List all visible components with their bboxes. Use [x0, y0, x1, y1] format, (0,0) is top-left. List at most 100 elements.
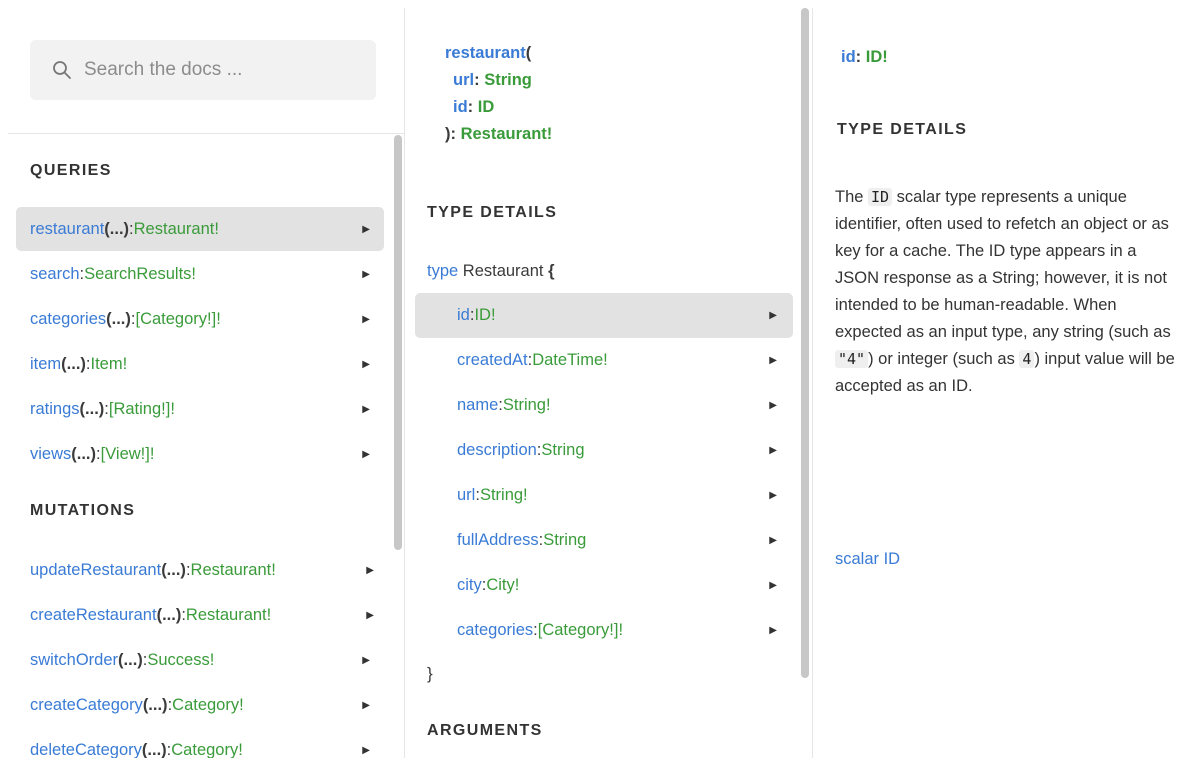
expand-arrow-icon: ▶	[362, 403, 370, 415]
field-type: Restaurant!	[133, 219, 219, 238]
mutations-heading: MUTATIONS	[30, 502, 136, 519]
field-name: restaurant	[445, 44, 526, 62]
scrollbar-thumb[interactable]	[394, 135, 402, 550]
type-keyword: type	[427, 262, 459, 280]
search-icon	[53, 61, 71, 79]
query-item-categories[interactable]: categories (...): [Category!]! ▶	[16, 297, 384, 341]
query-item-item[interactable]: item (...): Item! ▶	[16, 342, 384, 386]
mutation-item-createCategory[interactable]: createCategory (...): Category! ▶	[16, 683, 384, 727]
arguments-heading: ARGUMENTS	[427, 722, 543, 739]
query-item-views[interactable]: views (...): [View!]! ▶	[16, 432, 384, 476]
search-box[interactable]	[30, 40, 376, 100]
queries-heading: QUERIES	[30, 162, 112, 179]
expand-arrow-icon: ▶	[769, 625, 777, 636]
args-ellipsis: (...)	[161, 560, 186, 579]
expand-arrow-icon: ▶	[769, 535, 777, 546]
args-ellipsis: (...)	[79, 399, 105, 418]
expand-arrow-icon: ▶	[362, 358, 370, 370]
type-field-id[interactable]: id: ID! ▶	[415, 293, 793, 338]
type-details-heading: TYPE DETAILS	[837, 121, 968, 138]
scrollbar-thumb[interactable]	[801, 8, 809, 678]
queries-list: restaurant (...): Restaurant! ▶ search: S…	[16, 207, 384, 477]
type-details-heading: TYPE DETAILS	[427, 204, 558, 221]
type-doc-column: id: ID! TYPE DETAILS The ID scalar type …	[812, 8, 1184, 758]
query-item-restaurant[interactable]: restaurant (...): Restaurant! ▶	[16, 207, 384, 251]
arg-id[interactable]: id: ID	[435, 94, 552, 121]
arg-url[interactable]: url: String	[435, 67, 552, 94]
query-item-ratings[interactable]: ratings (...): [Rating!]! ▶	[16, 387, 384, 431]
docs-root-column: QUERIES restaurant(...): Restaurant! ▶ s…	[0, 0, 404, 758]
field-name: views	[30, 444, 72, 463]
code-snippet: "4"	[835, 350, 869, 368]
field-name: ratings	[30, 399, 80, 418]
scalar-definition: scalar ID	[835, 550, 901, 568]
expand-arrow-icon: ▶	[362, 448, 370, 460]
type-field-url[interactable]: url: String! ▶	[415, 473, 793, 518]
type-name: Restaurant	[462, 262, 544, 280]
field-doc-column: restaurant( url: String id: ID ): Restau…	[404, 8, 813, 758]
field-name: createRestaurant	[30, 605, 157, 624]
mutation-item-deleteCategory[interactable]: deleteCategory (...): Category! ▶	[16, 728, 384, 758]
mutation-item-updateRestaurant[interactable]: updateRestaurant (...): Restaurant! ▶	[16, 548, 384, 592]
field-name: switchOrder	[30, 650, 119, 669]
expand-arrow-icon: ▶	[769, 400, 777, 411]
close-brace: }	[427, 664, 433, 683]
args-ellipsis: (...)	[142, 695, 168, 714]
field-signature: restaurant( url: String id: ID ): Restau…	[435, 40, 552, 148]
field-name: search	[30, 264, 80, 283]
field-name: updateRestaurant	[30, 560, 162, 579]
args-ellipsis: (...)	[141, 740, 167, 758]
mutation-item-switchOrder[interactable]: switchOrder (...): Success! ▶	[16, 638, 384, 682]
divider	[8, 133, 404, 134]
field-type: Item!	[90, 354, 128, 373]
search-input[interactable]	[82, 58, 366, 82]
type-field-city[interactable]: city: City! ▶	[415, 563, 793, 608]
field-type: [Category!]!	[135, 309, 221, 328]
expand-arrow-icon: ▶	[362, 223, 370, 235]
field-type: Category!	[171, 740, 243, 758]
expand-arrow-icon: ▶	[769, 580, 777, 591]
expand-arrow-icon: ▶	[362, 654, 370, 666]
type-fields-list: id: ID! ▶ createdAt: DateTime! ▶ name: S…	[415, 293, 793, 653]
type-field-description[interactable]: description: String ▶	[415, 428, 793, 473]
expand-arrow-icon: ▶	[362, 744, 370, 756]
type-description: The ID scalar type represents a unique i…	[835, 188, 1175, 395]
field-type: Restaurant!	[190, 560, 276, 579]
expand-arrow-icon: ▶	[362, 313, 370, 325]
type-field-fullAddress[interactable]: fullAddress: String ▶	[415, 518, 793, 563]
query-item-search[interactable]: search: SearchResults! ▶	[16, 252, 384, 296]
type-definition-line: type Restaurant {	[427, 262, 555, 281]
arg-heading: id: ID!	[841, 48, 888, 66]
expand-arrow-icon: ▶	[769, 310, 777, 321]
field-name: deleteCategory	[30, 740, 142, 758]
expand-arrow-icon: ▶	[366, 564, 374, 576]
code-snippet: ID	[868, 188, 893, 206]
code-snippet: 4	[1019, 350, 1035, 368]
expand-arrow-icon: ▶	[362, 699, 370, 711]
mutation-item-createRestaurant[interactable]: createRestaurant (...): Restaurant! ▶	[16, 593, 384, 637]
return-type-link[interactable]: Restaurant!	[461, 125, 553, 143]
expand-arrow-icon: ▶	[366, 609, 374, 621]
args-ellipsis: (...)	[156, 605, 182, 624]
field-name: item	[30, 354, 62, 373]
mutations-list: updateRestaurant (...): Restaurant! ▶ cre…	[16, 548, 384, 758]
expand-arrow-icon: ▶	[362, 268, 370, 280]
field-type: Success!	[147, 650, 215, 669]
args-ellipsis: (...)	[61, 354, 86, 373]
expand-arrow-icon: ▶	[769, 445, 777, 456]
field-name: createCategory	[30, 695, 143, 714]
type-field-categories[interactable]: categories: [Category!]! ▶	[415, 608, 793, 653]
args-ellipsis: (...)	[71, 444, 97, 463]
field-type: SearchResults!	[84, 264, 197, 283]
args-ellipsis: (...)	[118, 650, 143, 669]
type-field-name[interactable]: name: String! ▶	[415, 383, 793, 428]
field-type: Restaurant!	[185, 605, 272, 624]
type-field-createdAt[interactable]: createdAt: DateTime! ▶	[415, 338, 793, 383]
field-type: Category!	[172, 695, 244, 714]
expand-arrow-icon: ▶	[769, 490, 777, 501]
field-name: categories	[30, 309, 107, 328]
args-ellipsis: (...)	[106, 309, 131, 328]
field-type: [Rating!]!	[108, 399, 175, 418]
open-brace: {	[548, 262, 555, 280]
field-type: [View!]!	[100, 444, 155, 463]
